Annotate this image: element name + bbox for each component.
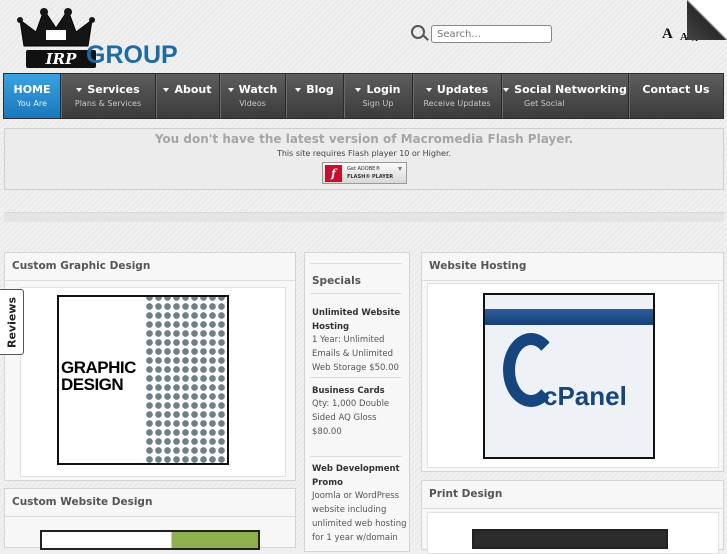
nav-watch[interactable]: Watch Videos xyxy=(220,74,286,118)
flash-notice-subtitle: This site requires Flash player 10 or Hi… xyxy=(276,149,452,158)
graphic-design-image[interactable]: GRAPHIC DESIGN xyxy=(57,295,229,465)
graphic-design-title[interactable]: Custom Graphic Design xyxy=(12,260,150,272)
nav-social-label: Social Networking xyxy=(514,83,627,96)
nav-home-label: HOME xyxy=(13,83,51,96)
website-design-image[interactable] xyxy=(40,530,260,550)
specials-divider xyxy=(310,456,402,457)
font-increase-button[interactable]: A xyxy=(662,26,673,43)
logo-text: GROUP xyxy=(86,41,178,69)
nav-social-sub: Get Social xyxy=(524,99,565,108)
nav-blog-label: Blog xyxy=(306,83,334,96)
nav-about[interactable]: About xyxy=(156,74,220,118)
halftone-portrait-image xyxy=(145,297,227,463)
search-icon[interactable] xyxy=(411,25,425,39)
print-design-title[interactable]: Print Design xyxy=(429,488,502,500)
panel-divider xyxy=(5,280,295,281)
nav-home[interactable]: HOME You Are xyxy=(4,74,61,118)
adobe-flash-icon: f xyxy=(325,165,342,182)
nav-home-sub: You Are xyxy=(17,99,47,108)
graphic-design-image-text: GRAPHIC DESIGN xyxy=(61,358,136,394)
site-logo[interactable]: IRP GROUP xyxy=(12,6,178,69)
download-arrow-icon xyxy=(398,167,402,171)
chevron-down-icon xyxy=(425,88,432,92)
flash-badge-line2: FLASH® PLAYER xyxy=(347,174,394,180)
cpanel-image-text: cPanel xyxy=(543,381,627,411)
special-body: 1 Year: Unlimited Emails & Unlimited Web… xyxy=(312,335,399,373)
chevron-down-icon xyxy=(76,88,83,92)
nav-services-label: Services xyxy=(87,83,140,96)
special-body: Joomla or WordPress website including un… xyxy=(312,491,407,543)
content-divider xyxy=(4,212,724,222)
nav-contact-label: Contact Us xyxy=(642,83,710,96)
website-design-title[interactable]: Custom Website Design xyxy=(12,496,152,508)
chevron-down-icon xyxy=(295,88,302,92)
nav-services-sub: Plans & Services xyxy=(74,99,142,108)
chevron-down-icon xyxy=(163,88,170,92)
chevron-down-icon xyxy=(227,88,234,92)
page-curl-corner[interactable] xyxy=(687,0,727,40)
special-title[interactable]: Business Cards xyxy=(312,384,404,398)
specials-divider xyxy=(310,293,402,294)
nav-contact[interactable]: Contact Us xyxy=(629,74,723,118)
flash-badge-line1: Get ADOBE® xyxy=(347,166,381,172)
cpanel-image[interactable]: cPanel xyxy=(483,293,655,459)
nav-updates[interactable]: Updates Receive Updates xyxy=(413,74,502,118)
reviews-tab[interactable]: Reviews xyxy=(0,289,24,355)
nav-social[interactable]: Social Networking Get Social xyxy=(502,74,629,118)
special-title[interactable]: Web Development Promo xyxy=(312,462,404,490)
panel-divider xyxy=(422,280,723,281)
special-title[interactable]: Unlimited Website Hosting xyxy=(312,306,404,334)
search-input[interactable] xyxy=(431,25,552,43)
nav-login-label: Login xyxy=(366,83,401,96)
cpanel-header-bar xyxy=(485,309,653,325)
crown-icon xyxy=(17,8,95,47)
get-flash-button[interactable]: f Get ADOBE® FLASH® PLAYER xyxy=(322,162,407,184)
panel-divider xyxy=(422,508,723,509)
nav-watch-label: Watch xyxy=(238,83,278,96)
nav-login-sub: Sign Up xyxy=(362,99,394,108)
panel-divider xyxy=(5,516,295,517)
flash-notice-title: You don't have the latest version of Mac… xyxy=(154,132,574,146)
print-design-image[interactable] xyxy=(472,529,668,549)
specials-divider xyxy=(310,263,402,264)
nav-about-label: About xyxy=(174,83,212,96)
chevron-down-icon xyxy=(503,88,510,92)
flash-notice: You don't have the latest version of Mac… xyxy=(4,128,724,190)
nav-updates-label: Updates xyxy=(436,83,489,96)
nav-updates-sub: Receive Updates xyxy=(423,99,491,108)
nav-watch-sub: Videos xyxy=(239,99,266,108)
reviews-tab-label: Reviews xyxy=(5,296,19,349)
special-body: Qty: 1,000 Double Sided AQ Gloss $80.00 xyxy=(312,399,390,437)
website-hosting-title[interactable]: Website Hosting xyxy=(429,260,526,272)
specials-divider xyxy=(310,377,402,378)
nav-blog[interactable]: Blog xyxy=(286,74,344,118)
nav-services[interactable]: Services Plans & Services xyxy=(61,74,156,118)
specials-heading: Specials xyxy=(312,275,361,287)
chevron-down-icon xyxy=(355,88,362,92)
main-nav: HOME You Are Services Plans & Services A… xyxy=(3,73,724,119)
nav-login[interactable]: Login Sign Up xyxy=(344,74,413,118)
